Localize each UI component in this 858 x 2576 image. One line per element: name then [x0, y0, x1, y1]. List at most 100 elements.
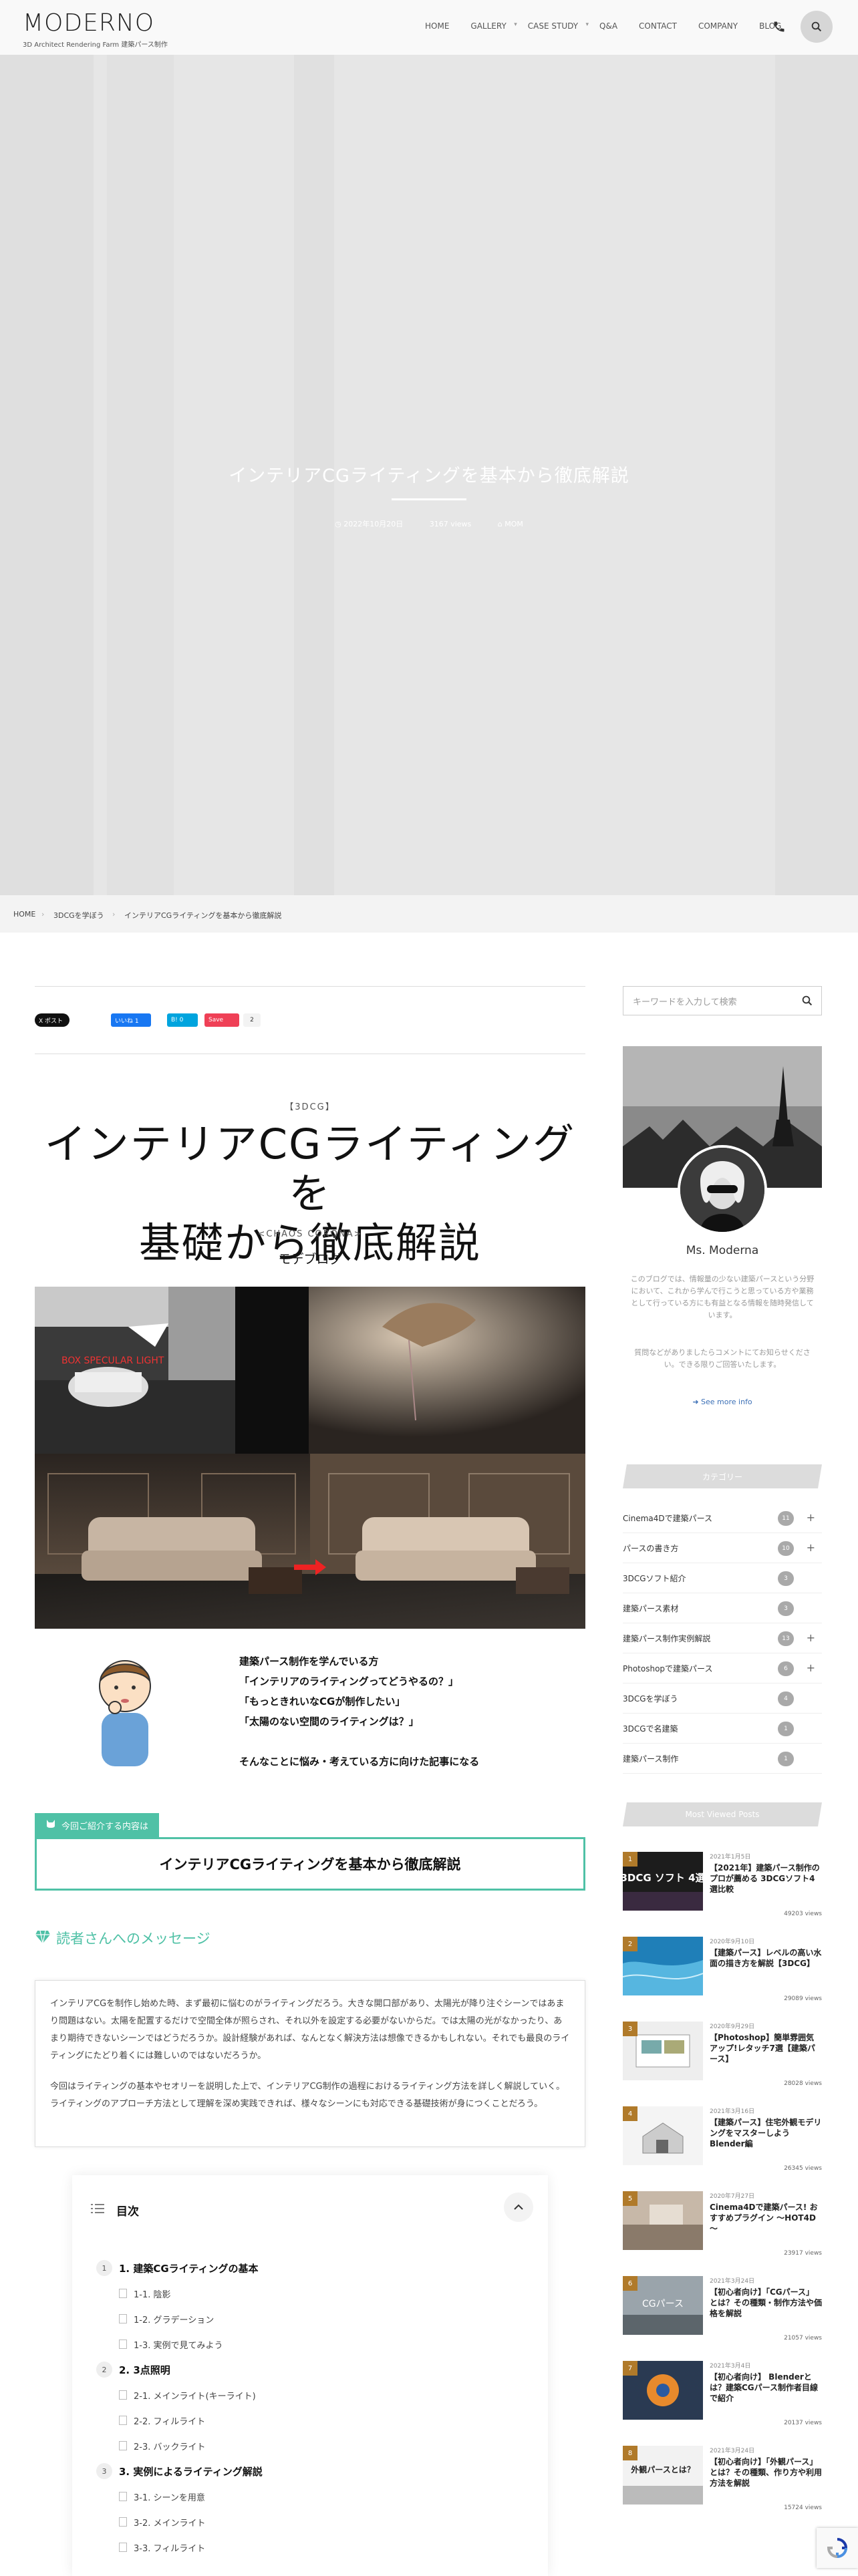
post-date: 2020年7月27日	[710, 2193, 755, 2200]
breadcrumb-category[interactable]: 3DCGを学ぼう	[53, 910, 104, 921]
toc-subitem-label: 3-2. メインライト	[134, 2518, 206, 2529]
category-item[interactable]: 建築パース制作 1	[623, 1744, 822, 1774]
popular-post[interactable]: 7 2021年3月4日 【初心者向け】 Blenderとは？建築CGパース制作者…	[623, 2350, 822, 2435]
post-views: 28028 views	[784, 2080, 822, 2087]
toc-item-label: 2. 3点照明	[119, 2364, 170, 2376]
popular-post[interactable]: 8 外観パースとは？ 2021年3月24日 【初心者向け】「外観パース」とは？そ…	[623, 2435, 822, 2520]
rank-badge: 6	[623, 2276, 637, 2291]
category-list: Cinema4Dで建築パース 11 + パースの書き方 10 + 3DCGソフト紹介 3 …	[623, 1503, 822, 1774]
intro-label-text: 今回ご紹介する内容は	[61, 1821, 149, 1832]
nav-qa[interactable]: Q&A	[589, 19, 628, 33]
see-more-text: See more info	[701, 1398, 752, 1406]
category-count: 6	[778, 1661, 794, 1676]
chevron-up-icon	[514, 2204, 523, 2210]
nav-contact[interactable]: CONTACT	[628, 19, 688, 33]
lead-line	[239, 1732, 479, 1752]
thinking-person-illustration	[88, 1646, 162, 1766]
toc-subitem[interactable]: 1-3. 実例で見てみよう	[96, 2331, 524, 2357]
category-count: 3	[778, 1571, 794, 1586]
nav-company[interactable]: COMPANY	[688, 19, 748, 33]
category-heading: カテゴリー	[623, 1464, 822, 1488]
phone-icon[interactable]	[772, 20, 787, 35]
popular-post[interactable]: 2 2020年9月10日 【建築パース】レベルの高い水面の描き方を解説【3DCG…	[623, 1926, 822, 2011]
category-item[interactable]: パースの書き方 10 +	[623, 1533, 822, 1563]
category-item[interactable]: 3DCGで名建築 1	[623, 1714, 822, 1744]
toc-item[interactable]: 3 3. 実例によるライティング解説	[96, 2458, 524, 2484]
category-count: 11	[778, 1511, 794, 1526]
page-icon	[119, 2340, 127, 2349]
see-more-link[interactable]: ➜ See more info	[623, 1398, 822, 1406]
popular-heading: Most Viewed Posts	[623, 1802, 822, 1826]
breadcrumb-separator: ›	[112, 910, 116, 919]
category-label: 3DCGを学ぼう	[623, 1694, 678, 1704]
toc-subitem-label: 1-2. グラデーション	[134, 2315, 214, 2325]
x-share-button[interactable]: X ポスト	[35, 1013, 69, 1027]
toc-item[interactable]: 1 1. 建築CGライティングの基本	[96, 2255, 524, 2281]
category-item[interactable]: 建築パース制作実例解説 13 +	[623, 1623, 822, 1653]
breadcrumb-home[interactable]: HOME	[13, 910, 35, 919]
category-label: Photoshopで建築パース	[623, 1663, 713, 1673]
lead-text: 建築パース制作を学んでいる方 「インテリアのライティングってどうやるの？」 「も…	[239, 1651, 479, 1772]
page-icon	[119, 2416, 127, 2425]
main-nav: HOME GALLERY CASE STUDY Q&A CONTACT COMP…	[414, 19, 792, 33]
arrow-right-icon: ➜	[692, 1398, 702, 1406]
post-date: 2021年3月24日	[710, 2278, 755, 2285]
category-item[interactable]: Photoshopで建築パース 6 +	[623, 1653, 822, 1683]
avatar	[678, 1145, 767, 1235]
page-icon	[119, 2441, 127, 2450]
category-count: 1	[778, 1752, 794, 1766]
breadcrumb: HOME › 3DCGを学ぼう › インテリアCGライティングを基本から徹底解説	[0, 895, 858, 933]
category-count: 3	[778, 1601, 794, 1616]
toc-toggle-button[interactable]	[504, 2193, 533, 2222]
nav-gallery[interactable]: GALLERY	[460, 19, 517, 33]
profile-name: Ms. Moderna	[686, 1244, 759, 1257]
table-of-contents: 目次 1 1. 建築CGライティングの基本 1-1. 陰影 1-2. グラデーショ…	[72, 2175, 548, 2576]
category-item[interactable]: Cinema4Dで建築パース 11 +	[623, 1503, 822, 1533]
nav-home[interactable]: HOME	[414, 19, 460, 33]
popular-post[interactable]: 5 2020年7月27日 Cinema4Dで建築パース! おすすめプラグイン ～…	[623, 2181, 822, 2265]
sidebar-search-input[interactable]: キーワードを入力して検索	[623, 986, 822, 1015]
toc-subitem[interactable]: 2-3. バックライト	[96, 2433, 524, 2458]
category-item[interactable]: 3DCGを学ぼう 4	[623, 1683, 822, 1714]
popular-post[interactable]: 1 3DCG ソフト 4選 2021年1月5日 【2021年】建築パース制作のプ…	[623, 1841, 822, 1926]
toc-subitem[interactable]: 2-1. メインライト(キーライト)	[96, 2382, 524, 2408]
search-button[interactable]	[801, 11, 833, 43]
facebook-like-button[interactable]: いいね 1	[111, 1013, 151, 1027]
toc-subitem[interactable]: 3-1. シーンを用意	[96, 2484, 524, 2509]
toc-item[interactable]: 2 2. 3点照明	[96, 2357, 524, 2382]
category-count: 1	[778, 1722, 794, 1736]
message-heading: 読者さんへのメッセージ	[35, 1928, 210, 1948]
pocket-save-button[interactable]: Save	[204, 1013, 239, 1027]
toc-subitem[interactable]: 1-2. グラデーション	[96, 2306, 524, 2331]
toc-subitem[interactable]: 2-2. フィルライト	[96, 2408, 524, 2433]
popular-post[interactable]: 6 CGパース 2021年3月24日 【初心者向け】「CGパース」とは？その種類…	[623, 2265, 822, 2350]
popular-post[interactable]: 4 2021年3月16日 【建築パース】住宅外観モデリングをマスターしよう Bl…	[623, 2096, 822, 2181]
toc-heading: 目次	[91, 2202, 139, 2219]
post-title: 【初心者向け】「外観パース」とは？その種類、作り方や利用方法を解説	[710, 2457, 823, 2488]
site-logo[interactable]: MODERNO	[23, 9, 154, 37]
post-title: 【Photoshop】簡単雰囲気アップ!レタッチ7選【建築パース】	[710, 2033, 815, 2064]
list-icon	[91, 2203, 104, 2217]
toc-subitem[interactable]: 3-2. メインライト	[96, 2509, 524, 2535]
hatena-bookmark-button[interactable]: B! 0	[167, 1013, 198, 1027]
plus-icon[interactable]: +	[807, 1631, 815, 1644]
post-date: 2020年9月10日	[710, 1939, 755, 1945]
rank-badge: 1	[623, 1852, 637, 1867]
plus-icon[interactable]: +	[807, 1541, 815, 1554]
search-icon[interactable]	[801, 995, 813, 1007]
nav-case-study[interactable]: CASE STUDY	[517, 19, 589, 33]
popular-post[interactable]: 3 2020年9月29日 【Photoshop】簡単雰囲気アップ!レタッチ7選【…	[623, 2011, 822, 2096]
profile-card: Ms. Moderna このブログでは、情報量の少ない建築パースという分野におい…	[623, 1046, 822, 1455]
post-views: 26345 views	[784, 2165, 822, 2172]
plus-icon[interactable]: +	[807, 1511, 815, 1524]
page-icon	[119, 2543, 127, 2552]
toc-subitem[interactable]: 1-1. 陰影	[96, 2281, 524, 2306]
plus-icon[interactable]: +	[807, 1661, 815, 1674]
category-item[interactable]: 建築パース素材 3	[623, 1593, 822, 1623]
post-meta: ◷ 2022年10月20日 3167 views ⌂ MOM	[0, 518, 858, 529]
recaptcha-badge[interactable]	[817, 2528, 858, 2568]
category-item[interactable]: 3DCGソフト紹介 3	[623, 1563, 822, 1593]
lead-tag: 【3DCG】	[285, 1102, 335, 1112]
article: X ポスト いいね 1 B! 0 Save 2 【3DCG】 インテリアCGライ…	[35, 986, 585, 2576]
toc-subitem[interactable]: 3-3. フィルライト	[96, 2535, 524, 2560]
